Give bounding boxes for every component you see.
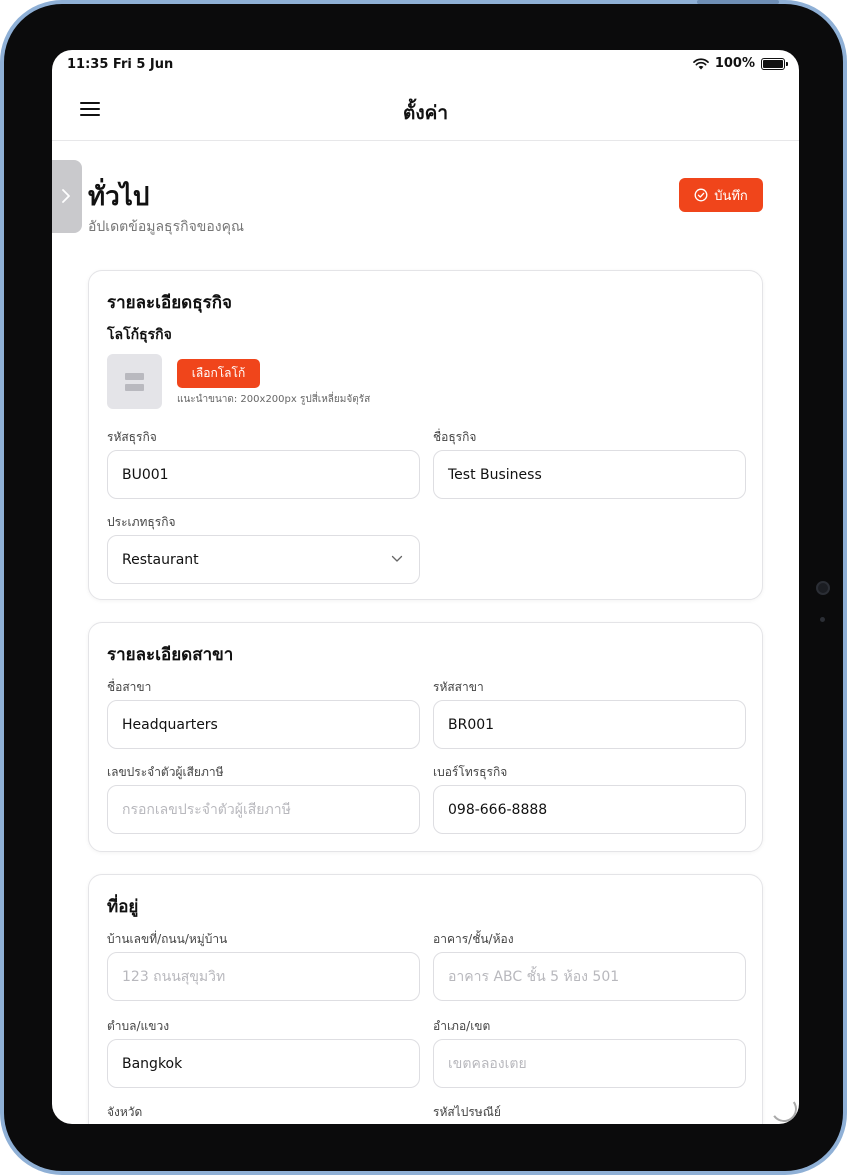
branch-code-field[interactable]: BR001 <box>433 700 746 749</box>
nav-title: ตั้งค่า <box>403 102 448 124</box>
choose-logo-button[interactable]: เลือกโลโก้ <box>177 359 260 388</box>
sidebar-toggle[interactable] <box>52 160 82 233</box>
business-phone-label: เบอร์โทรธุรกิจ <box>433 765 508 779</box>
device-frame: 11:35 Fri 5 Jun 100% ตั้งค่า ทั่วไป อัปเ… <box>0 0 847 1175</box>
app-screen: 11:35 Fri 5 Jun 100% ตั้งค่า ทั่วไป อัปเ… <box>52 50 799 1124</box>
logo-placeholder <box>107 354 162 409</box>
business-type-label: ประเภทธุรกิจ <box>107 515 176 529</box>
chevron-right-icon <box>62 189 70 203</box>
battery-icon <box>761 57 788 70</box>
wifi-icon <box>692 57 709 69</box>
save-button-label: บันทึก <box>714 188 748 204</box>
subdistrict-label: ตำบล/แขวง <box>107 1019 170 1033</box>
business-logo-label: โลโก้ธุรกิจ <box>107 327 172 343</box>
building-label: อาคาร/ชั้น/ห้อง <box>433 932 514 946</box>
street-label: บ้านเลขที่/ถนน/หมู่บ้าน <box>107 932 228 946</box>
postal-code-label: รหัสไปรษณีย์ <box>433 1105 501 1119</box>
building-field[interactable]: อาคาร ABC ชั้น 5 ห้อง 501 <box>433 952 746 1001</box>
logo-size-hint: แนะนำขนาด: 200x200px รูปสี่เหลี่ยมจัตุรั… <box>177 394 371 405</box>
district-field[interactable]: เขตคลองเตย <box>433 1039 746 1088</box>
status-bar: 11:35 Fri 5 Jun 100% <box>52 50 799 80</box>
business-phone-field[interactable]: 098-666-8888 <box>433 785 746 834</box>
sensor-icon <box>820 617 825 622</box>
check-circle-icon <box>694 188 708 202</box>
branch-name-label: ชื่อสาขา <box>107 680 152 694</box>
province-label: จังหวัด <box>107 1105 143 1119</box>
page-subtitle: อัปเดตข้อมูลธุรกิจของคุณ <box>88 219 244 235</box>
status-indicators: 100% <box>692 56 788 71</box>
battery-level <box>763 59 783 68</box>
business-details-card: รายละเอียดธุรกิจ โลโก้ธุรกิจ เลือกโลโก้ … <box>88 270 763 600</box>
branch-details-title: รายละเอียดสาขา <box>107 645 234 665</box>
district-label: อำเภอ/เขต <box>433 1019 491 1033</box>
tax-id-label: เลขประจำตัวผู้เสียภาษี <box>107 765 224 779</box>
chevron-down-icon <box>391 555 403 562</box>
subdistrict-field[interactable]: Bangkok <box>107 1039 420 1088</box>
battery-percent: 100% <box>714 56 755 71</box>
address-card: ที่อยู่ บ้านเลขที่/ถนน/หมู่บ้าน 123 ถนนส… <box>88 874 763 1124</box>
branch-name-field[interactable]: Headquarters <box>107 700 420 749</box>
business-code-label: รหัสธุรกิจ <box>107 430 157 444</box>
camera-icon <box>816 581 830 595</box>
branch-code-label: รหัสสาขา <box>433 680 484 694</box>
street-field[interactable]: 123 ถนนสุขุมวิท <box>107 952 420 1001</box>
business-code-field[interactable]: BU001 <box>107 450 420 499</box>
branch-details-card: รายละเอียดสาขา ชื่อสาขา Headquarters รหั… <box>88 622 763 852</box>
address-title: ที่อยู่ <box>107 897 139 917</box>
nav-bar: ตั้งค่า <box>52 80 799 141</box>
business-name-field[interactable]: Test Business <box>433 450 746 499</box>
page-title: ทั่วไป <box>88 182 150 212</box>
status-time-date: 11:35 Fri 5 Jun <box>67 57 174 72</box>
tax-id-field[interactable]: กรอกเลขประจำตัวผู้เสียภาษี <box>107 785 420 834</box>
business-details-title: รายละเอียดธุรกิจ <box>107 293 232 313</box>
business-name-label: ชื่อธุรกิจ <box>433 430 477 444</box>
save-button[interactable]: บันทึก <box>679 178 763 212</box>
business-type-select[interactable]: Restaurant <box>107 535 420 584</box>
business-type-value: Restaurant <box>122 551 199 568</box>
